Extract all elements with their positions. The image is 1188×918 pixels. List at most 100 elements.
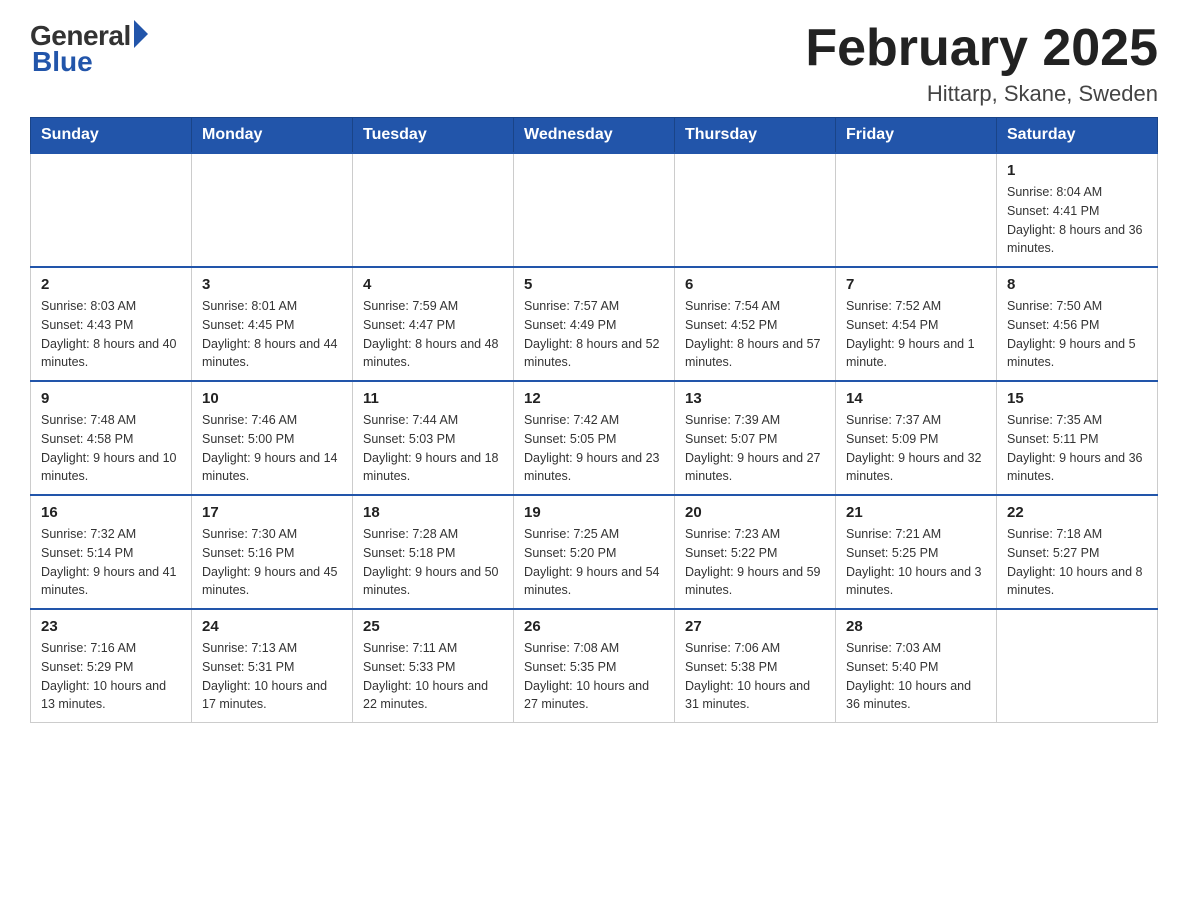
month-title: February 2025 (805, 20, 1158, 77)
day-sun-info: Sunrise: 7:52 AMSunset: 4:54 PMDaylight:… (846, 297, 986, 372)
day-sun-info: Sunrise: 8:04 AMSunset: 4:41 PMDaylight:… (1007, 183, 1147, 258)
calendar-day-cell: 10Sunrise: 7:46 AMSunset: 5:00 PMDayligh… (192, 381, 353, 495)
weekday-header: Wednesday (514, 118, 675, 154)
weekday-header: Monday (192, 118, 353, 154)
calendar-day-cell (997, 609, 1158, 723)
day-number: 28 (846, 618, 986, 635)
day-number: 22 (1007, 504, 1147, 521)
calendar-day-cell: 1 Sunrise: 8:04 AMSunset: 4:41 PMDaylight… (997, 153, 1158, 267)
day-sun-info: Sunrise: 7:59 AMSunset: 4:47 PMDaylight:… (363, 297, 503, 372)
day-number: 3 (202, 276, 342, 293)
day-sun-info: Sunrise: 7:16 AMSunset: 5:29 PMDaylight:… (41, 639, 181, 714)
calendar-week-row: 2Sunrise: 8:03 AMSunset: 4:43 PMDaylight… (31, 267, 1158, 381)
calendar-header-row: SundayMondayTuesdayWednesdayThursdayFrid… (31, 118, 1158, 154)
calendar-day-cell: 26 Sunrise: 7:08 AMSunset: 5:35 PMDayligh… (514, 609, 675, 723)
calendar-day-cell: 25 Sunrise: 7:11 AMSunset: 5:33 PMDayligh… (353, 609, 514, 723)
day-sun-info: Sunrise: 7:13 AMSunset: 5:31 PMDaylight:… (202, 639, 342, 714)
calendar-day-cell: 14 Sunrise: 7:37 AMSunset: 5:09 PMDayligh… (836, 381, 997, 495)
day-number: 4 (363, 276, 503, 293)
day-sun-info: Sunrise: 7:57 AMSunset: 4:49 PMDaylight:… (524, 297, 664, 372)
day-number: 6 (685, 276, 825, 293)
day-sun-info: Sunrise: 7:11 AMSunset: 5:33 PMDaylight:… (363, 639, 503, 714)
calendar-day-cell: 15 Sunrise: 7:35 AMSunset: 5:11 PMDayligh… (997, 381, 1158, 495)
day-sun-info: Sunrise: 8:03 AMSunset: 4:43 PMDaylight:… (41, 297, 181, 372)
calendar-day-cell: 6 Sunrise: 7:54 AMSunset: 4:52 PMDaylight… (675, 267, 836, 381)
day-sun-info: Sunrise: 7:35 AMSunset: 5:11 PMDaylight:… (1007, 411, 1147, 486)
day-number: 24 (202, 618, 342, 635)
day-number: 25 (363, 618, 503, 635)
logo-triangle-icon (134, 20, 148, 48)
day-sun-info: Sunrise: 7:37 AMSunset: 5:09 PMDaylight:… (846, 411, 986, 486)
calendar-day-cell: 13 Sunrise: 7:39 AMSunset: 5:07 PMDayligh… (675, 381, 836, 495)
calendar-day-cell: 3 Sunrise: 8:01 AMSunset: 4:45 PMDaylight… (192, 267, 353, 381)
day-number: 5 (524, 276, 664, 293)
calendar-day-cell: 24 Sunrise: 7:13 AMSunset: 5:31 PMDayligh… (192, 609, 353, 723)
calendar-week-row: 9 Sunrise: 7:48 AMSunset: 4:58 PMDaylight… (31, 381, 1158, 495)
day-sun-info: Sunrise: 7:39 AMSunset: 5:07 PMDaylight:… (685, 411, 825, 486)
calendar-day-cell: 27 Sunrise: 7:06 AMSunset: 5:38 PMDayligh… (675, 609, 836, 723)
day-sun-info: Sunrise: 7:50 AMSunset: 4:56 PMDaylight:… (1007, 297, 1147, 372)
day-number: 9 (41, 390, 181, 407)
calendar-day-cell: 8 Sunrise: 7:50 AMSunset: 4:56 PMDaylight… (997, 267, 1158, 381)
day-number: 21 (846, 504, 986, 521)
page-header: General Blue February 2025 Hittarp, Skan… (30, 20, 1158, 107)
title-block: February 2025 Hittarp, Skane, Sweden (805, 20, 1158, 107)
weekday-header: Friday (836, 118, 997, 154)
logo-bottom-text: Blue (32, 46, 93, 78)
day-number: 23 (41, 618, 181, 635)
day-number: 15 (1007, 390, 1147, 407)
weekday-header: Thursday (675, 118, 836, 154)
calendar-day-cell: 21 Sunrise: 7:21 AMSunset: 5:25 PMDayligh… (836, 495, 997, 609)
calendar-day-cell: 9 Sunrise: 7:48 AMSunset: 4:58 PMDaylight… (31, 381, 192, 495)
calendar-week-row: 1 Sunrise: 8:04 AMSunset: 4:41 PMDaylight… (31, 153, 1158, 267)
day-sun-info: Sunrise: 7:48 AMSunset: 4:58 PMDaylight:… (41, 411, 181, 486)
calendar-day-cell: 18 Sunrise: 7:28 AMSunset: 5:18 PMDayligh… (353, 495, 514, 609)
weekday-header: Tuesday (353, 118, 514, 154)
day-sun-info: Sunrise: 7:32 AMSunset: 5:14 PMDaylight:… (41, 525, 181, 600)
day-number: 1 (1007, 162, 1147, 179)
day-sun-info: Sunrise: 7:46 AMSunset: 5:00 PMDaylight:… (202, 411, 342, 486)
calendar-day-cell: 2Sunrise: 8:03 AMSunset: 4:43 PMDaylight… (31, 267, 192, 381)
day-sun-info: Sunrise: 7:44 AMSunset: 5:03 PMDaylight:… (363, 411, 503, 486)
calendar-day-cell: 4 Sunrise: 7:59 AMSunset: 4:47 PMDaylight… (353, 267, 514, 381)
calendar-day-cell (514, 153, 675, 267)
day-number: 27 (685, 618, 825, 635)
day-sun-info: Sunrise: 7:23 AMSunset: 5:22 PMDaylight:… (685, 525, 825, 600)
day-sun-info: Sunrise: 7:25 AMSunset: 5:20 PMDaylight:… (524, 525, 664, 600)
location: Hittarp, Skane, Sweden (805, 81, 1158, 107)
day-sun-info: Sunrise: 7:03 AMSunset: 5:40 PMDaylight:… (846, 639, 986, 714)
calendar-week-row: 16Sunrise: 7:32 AMSunset: 5:14 PMDayligh… (31, 495, 1158, 609)
calendar-day-cell: 11 Sunrise: 7:44 AMSunset: 5:03 PMDayligh… (353, 381, 514, 495)
day-sun-info: Sunrise: 8:01 AMSunset: 4:45 PMDaylight:… (202, 297, 342, 372)
day-number: 19 (524, 504, 664, 521)
day-number: 7 (846, 276, 986, 293)
calendar-table: SundayMondayTuesdayWednesdayThursdayFrid… (30, 117, 1158, 723)
calendar-day-cell: 20Sunrise: 7:23 AMSunset: 5:22 PMDayligh… (675, 495, 836, 609)
calendar-day-cell (675, 153, 836, 267)
day-sun-info: Sunrise: 7:21 AMSunset: 5:25 PMDaylight:… (846, 525, 986, 600)
day-sun-info: Sunrise: 7:28 AMSunset: 5:18 PMDaylight:… (363, 525, 503, 600)
day-sun-info: Sunrise: 7:06 AMSunset: 5:38 PMDaylight:… (685, 639, 825, 714)
day-number: 13 (685, 390, 825, 407)
day-sun-info: Sunrise: 7:30 AMSunset: 5:16 PMDaylight:… (202, 525, 342, 600)
day-number: 26 (524, 618, 664, 635)
calendar-day-cell (192, 153, 353, 267)
calendar-day-cell: 12 Sunrise: 7:42 AMSunset: 5:05 PMDayligh… (514, 381, 675, 495)
day-number: 14 (846, 390, 986, 407)
day-sun-info: Sunrise: 7:54 AMSunset: 4:52 PMDaylight:… (685, 297, 825, 372)
calendar-day-cell: 5 Sunrise: 7:57 AMSunset: 4:49 PMDaylight… (514, 267, 675, 381)
day-number: 18 (363, 504, 503, 521)
calendar-day-cell (31, 153, 192, 267)
day-number: 17 (202, 504, 342, 521)
weekday-header: Saturday (997, 118, 1158, 154)
day-number: 11 (363, 390, 503, 407)
day-sun-info: Sunrise: 7:42 AMSunset: 5:05 PMDaylight:… (524, 411, 664, 486)
calendar-day-cell (836, 153, 997, 267)
day-number: 8 (1007, 276, 1147, 293)
calendar-day-cell: 17 Sunrise: 7:30 AMSunset: 5:16 PMDayligh… (192, 495, 353, 609)
day-sun-info: Sunrise: 7:08 AMSunset: 5:35 PMDaylight:… (524, 639, 664, 714)
calendar-day-cell: 16Sunrise: 7:32 AMSunset: 5:14 PMDayligh… (31, 495, 192, 609)
day-sun-info: Sunrise: 7:18 AMSunset: 5:27 PMDaylight:… (1007, 525, 1147, 600)
calendar-day-cell (353, 153, 514, 267)
day-number: 12 (524, 390, 664, 407)
